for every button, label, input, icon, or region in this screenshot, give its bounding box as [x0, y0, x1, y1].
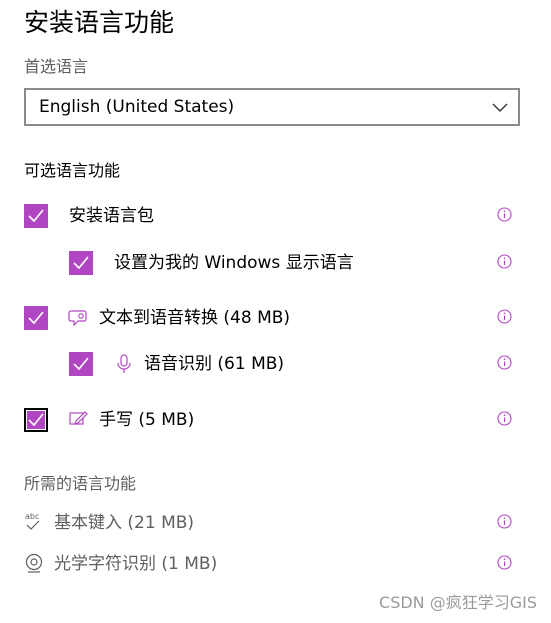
speech-recognition-checkbox[interactable] [69, 352, 93, 376]
checkmark-icon [28, 413, 44, 427]
ocr-label: 光学字符识别 (1 MB) [54, 554, 218, 574]
optional-features-label: 可选语言功能 [24, 161, 121, 180]
checkmark-icon [28, 311, 44, 325]
checkmark-icon [73, 256, 89, 270]
set-display-language-checkbox[interactable] [69, 251, 93, 275]
install-language-pack-checkbox[interactable] [24, 204, 48, 228]
page-title: 安装语言功能 [24, 8, 175, 37]
info-icon[interactable] [497, 355, 512, 370]
svg-text:abc: abc [25, 512, 39, 521]
info-icon[interactable] [497, 254, 512, 269]
preferred-language-dropdown[interactable]: English (United States) [24, 88, 520, 126]
checkmark-icon [73, 357, 89, 371]
preferred-language-label: 首选语言 [24, 57, 89, 76]
handwriting-checkbox[interactable] [24, 408, 48, 432]
info-icon[interactable] [497, 309, 512, 324]
info-icon[interactable] [497, 207, 512, 222]
checkmark-icon [28, 209, 44, 223]
speech-bubble-icon [68, 307, 90, 329]
info-icon[interactable] [497, 514, 512, 529]
info-icon[interactable] [497, 411, 512, 426]
dropdown-selected-value: English (United States) [39, 97, 235, 117]
info-icon[interactable] [497, 555, 512, 570]
microphone-icon [113, 353, 135, 375]
basic-typing-label: 基本键入 (21 MB) [54, 513, 195, 533]
ocr-icon [23, 552, 45, 574]
text-to-speech-label: 文本到语音转换 (48 MB) [99, 308, 291, 328]
abc-check-icon: abc [23, 511, 45, 533]
chevron-down-icon [492, 99, 508, 115]
pen-icon [68, 407, 90, 429]
speech-recognition-label: 语音识别 (61 MB) [144, 354, 285, 374]
set-display-language-label: 设置为我的 Windows 显示语言 [114, 253, 354, 273]
text-to-speech-checkbox[interactable] [24, 306, 48, 330]
handwriting-label: 手写 (5 MB) [99, 410, 195, 430]
install-language-pack-label: 安装语言包 [69, 206, 154, 226]
required-features-label: 所需的语言功能 [24, 474, 137, 493]
watermark-text: CSDN @疯狂学习GIS [379, 593, 537, 612]
